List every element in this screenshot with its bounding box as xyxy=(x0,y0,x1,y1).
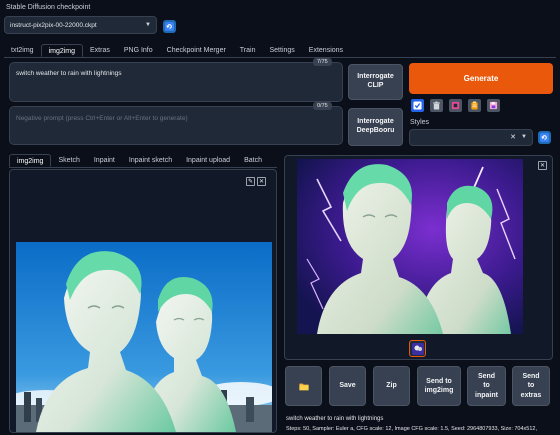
input-image-panel: ✎ ✕ xyxy=(9,169,277,433)
styles-select[interactable]: ✕ ▼ xyxy=(409,129,533,146)
tab-checkpoint-merger[interactable]: Checkpoint Merger xyxy=(160,44,233,57)
output-image[interactable] xyxy=(297,159,523,334)
send-to-img2img-button[interactable]: Send to img2img xyxy=(417,366,461,406)
tab-png-info[interactable]: PNG Info xyxy=(117,44,160,57)
chevron-down-icon: ▼ xyxy=(145,22,151,28)
refresh-icon xyxy=(540,133,549,142)
checkbox-button[interactable] xyxy=(411,99,424,112)
clipboard-button[interactable] xyxy=(468,99,481,112)
output-generation-params: Steps: 50, Sampler: Euler a, CFG scale: … xyxy=(286,426,538,432)
trash-icon xyxy=(433,101,440,110)
checkpoint-select[interactable]: instruct-pix2pix-00-22000.ckpt ▼ xyxy=(4,16,157,34)
close-output-button[interactable]: ✕ xyxy=(538,161,547,170)
trash-button[interactable] xyxy=(430,99,443,112)
tab-extensions[interactable]: Extensions xyxy=(302,44,350,57)
refresh-icon xyxy=(165,22,174,31)
tab-train[interactable]: Train xyxy=(233,44,263,57)
tab-img2img[interactable]: img2img xyxy=(40,44,84,57)
clear-styles-icon[interactable]: ✕ xyxy=(510,133,516,141)
input-image[interactable] xyxy=(16,242,272,432)
thumbnail-image-icon xyxy=(411,342,424,355)
subtab-inpaint-sketch[interactable]: Inpaint sketch xyxy=(122,154,179,167)
close-icon: ✕ xyxy=(539,163,546,169)
send-to-extras-button[interactable]: Send to extras xyxy=(512,366,550,406)
output-prompt-text: switch weather to rain with lightnings xyxy=(286,416,384,422)
subtab-sketch[interactable]: Sketch xyxy=(51,154,86,167)
close-icon: ✕ xyxy=(258,179,265,185)
negative-prompt-token-counter: 0/75 xyxy=(313,102,332,110)
zip-button[interactable]: Zip xyxy=(373,366,410,406)
refresh-checkpoint-button[interactable] xyxy=(163,20,176,33)
clipboard-icon xyxy=(471,101,478,110)
subtab-inpaint[interactable]: Inpaint xyxy=(87,154,122,167)
checkpoint-label: Stable Diffusion checkpoint xyxy=(6,4,91,11)
main-tabs: txt2img img2img Extras PNG Info Checkpoi… xyxy=(4,44,556,58)
interrogate-clip-button[interactable]: Interrogate CLIP xyxy=(348,64,403,100)
tab-txt2img[interactable]: txt2img xyxy=(4,44,41,57)
tab-settings[interactable]: Settings xyxy=(263,44,302,57)
interrogate-deepbooru-button[interactable]: Interrogate DeepBooru xyxy=(348,108,403,146)
send-to-inpaint-button[interactable]: Send to inpaint xyxy=(467,366,506,406)
output-gallery-panel: ✕ xyxy=(284,155,553,360)
save-button[interactable]: Save xyxy=(329,366,366,406)
negative-prompt-placeholder: Negative prompt (press Ctrl+Enter or Alt… xyxy=(16,115,188,122)
edit-image-button[interactable]: ✎ xyxy=(246,177,255,186)
output-thumbnail[interactable] xyxy=(409,340,426,357)
negative-prompt-textarea[interactable]: Negative prompt (press Ctrl+Enter or Alt… xyxy=(9,106,343,145)
subtab-inpaint-upload[interactable]: Inpaint upload xyxy=(179,154,237,167)
apply-style-icon xyxy=(451,101,460,110)
save-style-button[interactable] xyxy=(487,99,500,112)
checkpoint-value: instruct-pix2pix-00-22000.ckpt xyxy=(10,22,97,29)
pencil-icon: ✎ xyxy=(247,179,254,185)
refresh-styles-button[interactable] xyxy=(538,131,551,144)
apply-style-button[interactable] xyxy=(449,99,462,112)
save-style-icon xyxy=(489,101,498,110)
open-folder-button[interactable] xyxy=(285,366,322,406)
prompt-text: switch weather to rain with lightnings xyxy=(16,70,122,77)
tab-extras[interactable]: Extras xyxy=(83,44,117,57)
subtab-batch[interactable]: Batch xyxy=(237,154,269,167)
folder-icon xyxy=(298,383,309,390)
subtab-img2img[interactable]: img2img xyxy=(9,154,52,167)
prompt-textarea[interactable]: switch weather to rain with lightnings xyxy=(9,62,343,102)
checkbox-icon xyxy=(413,101,422,110)
prompt-token-counter: 7/75 xyxy=(313,58,332,66)
clear-image-button[interactable]: ✕ xyxy=(257,177,266,186)
styles-label: Styles xyxy=(410,119,430,126)
img2img-sub-tabs: img2img Sketch Inpaint Inpaint sketch In… xyxy=(9,154,277,168)
generate-button[interactable]: Generate xyxy=(409,63,553,94)
chevron-down-icon: ▼ xyxy=(521,134,527,140)
style-tools xyxy=(411,99,500,112)
